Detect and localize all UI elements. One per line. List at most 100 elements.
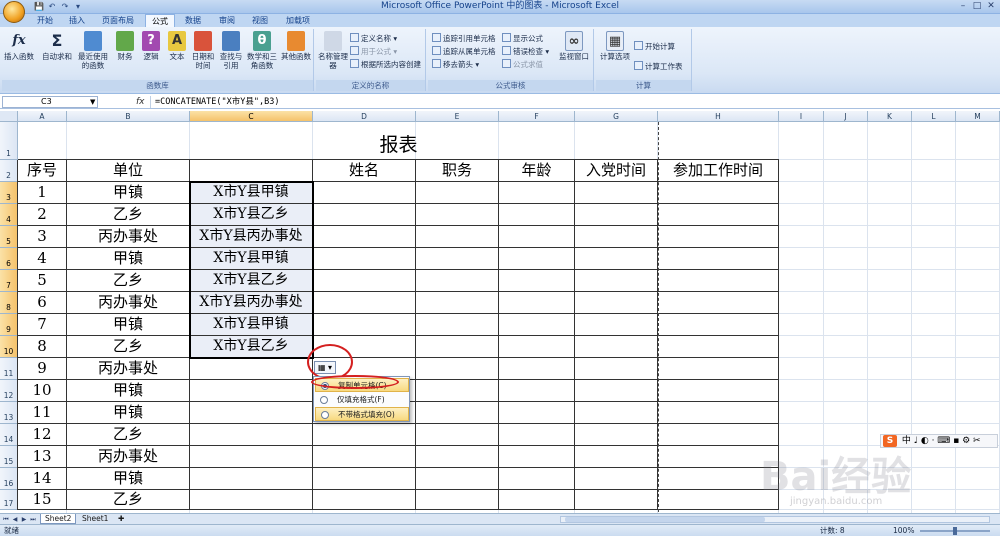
recent-functions-button[interactable]: 最近使用的函数 (76, 31, 110, 70)
column-header-j[interactable]: J (824, 111, 868, 122)
header-cell-party[interactable]: 入党时间 (575, 160, 658, 182)
header-cell-c[interactable] (190, 160, 313, 182)
new-sheet-icon[interactable]: ✚ (114, 514, 128, 524)
lookup-button[interactable]: 查找与引用 (218, 31, 244, 70)
row-header-3[interactable]: 3 (0, 182, 18, 204)
table-cell-c[interactable] (190, 402, 313, 424)
table-cell-unit[interactable]: 甲镇 (67, 314, 190, 336)
evaluate-formula-button[interactable]: 公式求值 (502, 59, 543, 71)
column-header-g[interactable]: G (575, 111, 658, 122)
table-cell-unit[interactable]: 丙办事处 (67, 446, 190, 468)
table-cell-name[interactable] (313, 182, 416, 204)
row-header-15[interactable]: 15 (0, 446, 18, 468)
table-cell-age[interactable] (499, 468, 575, 490)
tab-insert[interactable]: 插入 (62, 14, 92, 27)
name-manager-button[interactable]: 名称管理器 (318, 31, 348, 70)
table-cell-unit[interactable]: 乙乡 (67, 424, 190, 446)
table-cell-name[interactable] (313, 248, 416, 270)
table-cell-party[interactable] (575, 402, 658, 424)
table-cell-work[interactable] (658, 314, 779, 336)
tab-home[interactable]: 开始 (30, 14, 60, 27)
table-cell-post[interactable] (416, 270, 499, 292)
table-cell-age[interactable] (499, 424, 575, 446)
table-cell-c[interactable]: X市Y县乙乡 (190, 336, 313, 358)
column-header-d[interactable]: D (313, 111, 416, 122)
table-cell-c[interactable]: X市Y县乙乡 (190, 204, 313, 226)
zoom-slider-knob[interactable] (953, 527, 957, 535)
maximize-button[interactable]: □ (970, 0, 984, 13)
tab-review[interactable]: 审阅 (212, 14, 242, 27)
row-header-16[interactable]: 16 (0, 468, 18, 490)
table-cell-party[interactable] (575, 204, 658, 226)
table-cell-age[interactable] (499, 358, 575, 380)
table-cell-post[interactable] (416, 380, 499, 402)
table-cell-post[interactable] (416, 402, 499, 424)
table-cell-party[interactable] (575, 446, 658, 468)
table-cell-seq[interactable]: 4 (18, 248, 67, 270)
table-cell-work[interactable] (658, 248, 779, 270)
table-cell-work[interactable] (658, 226, 779, 248)
table-cell-c[interactable]: X市Y县乙乡 (190, 270, 313, 292)
table-cell-c[interactable] (190, 490, 313, 510)
table-cell-age[interactable] (499, 402, 575, 424)
row-header-7[interactable]: 7 (0, 270, 18, 292)
remove-arrows-button[interactable]: 移去箭头 ▾ (432, 59, 479, 71)
table-cell-seq[interactable]: 12 (18, 424, 67, 446)
column-header-c[interactable]: C (190, 111, 313, 122)
select-all-corner[interactable] (0, 111, 18, 122)
table-cell-party[interactable] (575, 424, 658, 446)
table-cell-work[interactable] (658, 424, 779, 446)
table-cell-post[interactable] (416, 358, 499, 380)
table-cell-age[interactable] (499, 446, 575, 468)
table-cell-c[interactable]: X市Y县甲镇 (190, 182, 313, 204)
report-title[interactable]: 报表 (18, 130, 779, 160)
table-cell-c[interactable]: X市Y县丙办事处 (190, 226, 313, 248)
table-cell-party[interactable] (575, 314, 658, 336)
row-header-5[interactable]: 5 (0, 226, 18, 248)
calc-now-button[interactable]: 开始计算 (634, 41, 675, 53)
table-cell-post[interactable] (416, 314, 499, 336)
table-cell-c[interactable] (190, 380, 313, 402)
tab-addins[interactable]: 加载项 (280, 14, 316, 27)
table-cell-work[interactable] (658, 358, 779, 380)
table-cell-seq[interactable]: 3 (18, 226, 67, 248)
table-cell-unit[interactable]: 乙乡 (67, 490, 190, 510)
table-cell-unit[interactable]: 甲镇 (67, 468, 190, 490)
column-header-k[interactable]: K (868, 111, 912, 122)
tab-view[interactable]: 视图 (245, 14, 275, 27)
table-cell-seq[interactable]: 2 (18, 204, 67, 226)
math-button[interactable]: θ 数学和三角函数 (246, 31, 278, 70)
table-cell-seq[interactable]: 5 (18, 270, 67, 292)
text-button[interactable]: A 文本 (166, 31, 188, 61)
table-cell-c[interactable] (190, 468, 313, 490)
column-header-m[interactable]: M (956, 111, 1000, 122)
horizontal-scrollbar[interactable] (560, 516, 990, 523)
table-cell-name[interactable] (313, 336, 416, 358)
table-cell-party[interactable] (575, 358, 658, 380)
table-cell-post[interactable] (416, 248, 499, 270)
table-cell-work[interactable] (658, 182, 779, 204)
table-cell-age[interactable] (499, 490, 575, 510)
calc-options-button[interactable]: ▦ 计算选项 (598, 31, 632, 61)
row-header-11[interactable]: 11 (0, 358, 18, 380)
table-cell-post[interactable] (416, 468, 499, 490)
table-cell-name[interactable] (313, 226, 416, 248)
table-cell-c[interactable] (190, 424, 313, 446)
zoom-level[interactable]: 100% (893, 525, 914, 536)
row-header-1[interactable]: 1 (0, 122, 18, 160)
trace-precedents-button[interactable]: 追踪引用单元格 (432, 33, 496, 45)
zoom-slider[interactable] (920, 527, 990, 535)
row-header-6[interactable]: 6 (0, 248, 18, 270)
table-cell-seq[interactable]: 9 (18, 358, 67, 380)
table-cell-age[interactable] (499, 380, 575, 402)
table-cell-age[interactable] (499, 226, 575, 248)
table-cell-party[interactable] (575, 380, 658, 402)
table-cell-unit[interactable]: 甲镇 (67, 380, 190, 402)
header-cell-work[interactable]: 参加工作时间 (658, 160, 779, 182)
table-cell-work[interactable] (658, 402, 779, 424)
table-cell-name[interactable] (313, 424, 416, 446)
table-cell-c[interactable] (190, 446, 313, 468)
column-header-e[interactable]: E (416, 111, 499, 122)
datetime-button[interactable]: 日期和时间 (190, 31, 216, 70)
tab-page-layout[interactable]: 页面布局 (96, 14, 140, 27)
